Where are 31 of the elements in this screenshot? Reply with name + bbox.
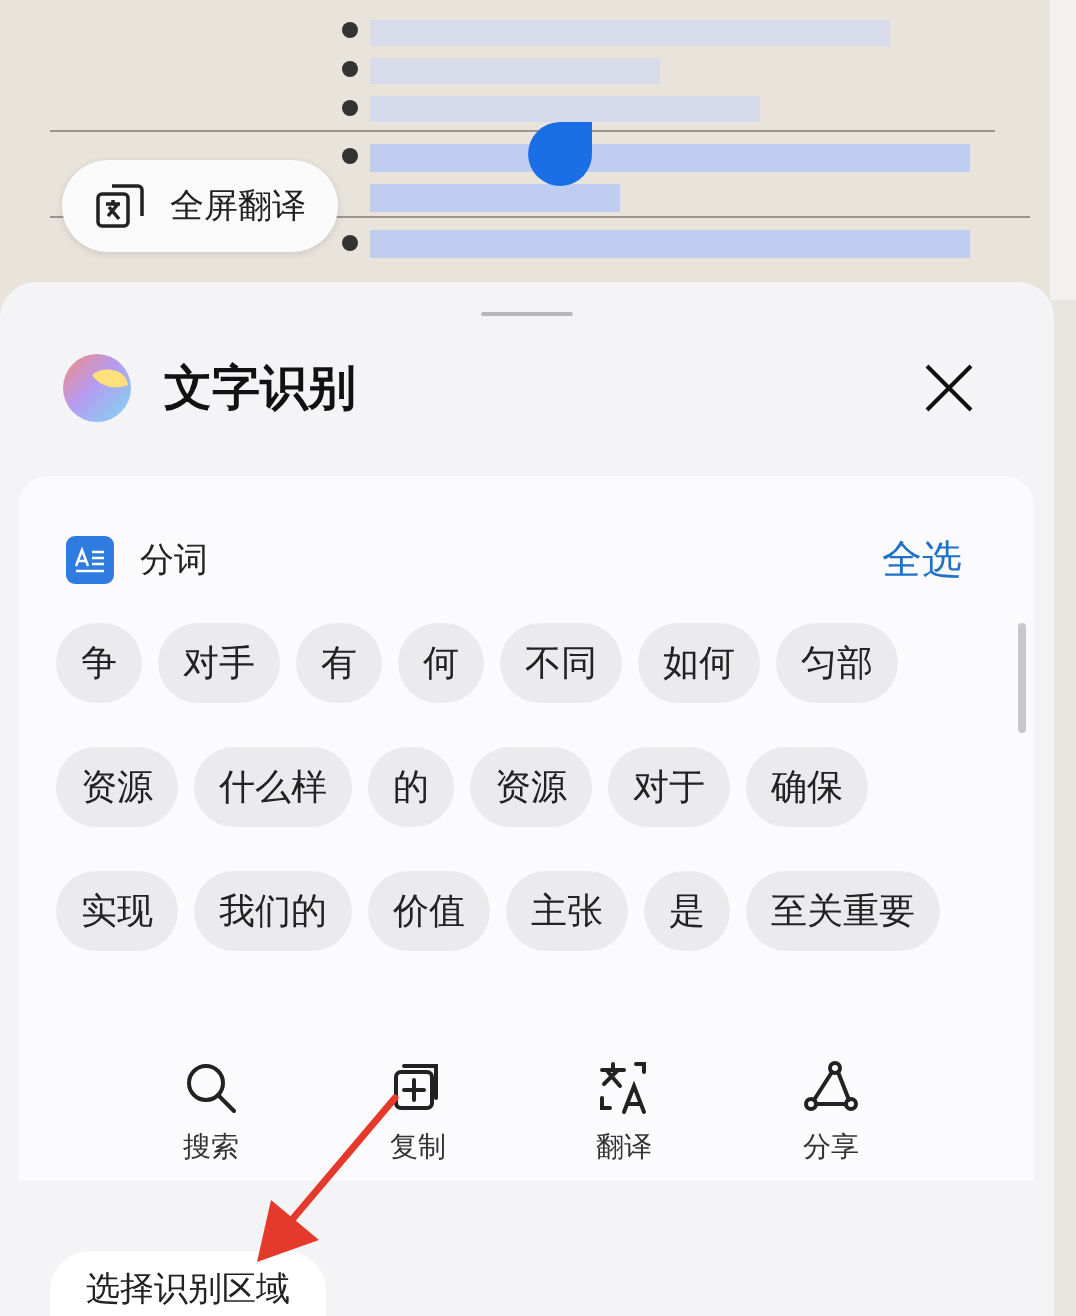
word-chip[interactable]: 至关重要: [746, 871, 940, 952]
word-chip[interactable]: 对于: [608, 747, 730, 828]
word-chip[interactable]: 实现: [56, 871, 178, 952]
word-chip[interactable]: 匀部: [776, 623, 898, 704]
word-chip[interactable]: 不同: [500, 623, 622, 704]
close-icon[interactable]: [924, 363, 974, 414]
search-button[interactable]: 搜索: [156, 1058, 267, 1167]
word-chip[interactable]: 争: [56, 623, 142, 704]
select-region-button[interactable]: 选择识别区域: [50, 1250, 326, 1316]
word-chip[interactable]: 的: [368, 747, 454, 828]
translate-button[interactable]: 翻译: [569, 1058, 680, 1167]
word-chip[interactable]: 确保: [746, 747, 868, 828]
sheet-title: 文字识别: [164, 358, 357, 418]
word-chip[interactable]: 对手: [158, 623, 280, 704]
app-logo-icon: [62, 353, 132, 424]
section-label: 分词: [140, 537, 209, 581]
select-all-button[interactable]: 全选: [882, 532, 962, 588]
word-chip[interactable]: 价值: [368, 871, 490, 952]
word-chip[interactable]: 主张: [506, 871, 628, 952]
word-chip[interactable]: 何: [398, 623, 484, 704]
word-chip[interactable]: 资源: [470, 747, 592, 828]
fullscreen-translate-button[interactable]: 全屏翻译: [62, 160, 338, 252]
text-document-icon: [66, 535, 114, 584]
word-chip[interactable]: 什么样: [194, 747, 352, 828]
word-chip[interactable]: 如何: [638, 623, 760, 704]
word-chip[interactable]: 我们的: [194, 871, 352, 952]
word-chip[interactable]: 资源: [56, 747, 178, 828]
word-chip[interactable]: 是: [644, 871, 730, 952]
share-button[interactable]: 分享: [775, 1058, 886, 1167]
word-chip[interactable]: 有: [296, 623, 382, 704]
copy-button[interactable]: 复制: [362, 1058, 473, 1167]
